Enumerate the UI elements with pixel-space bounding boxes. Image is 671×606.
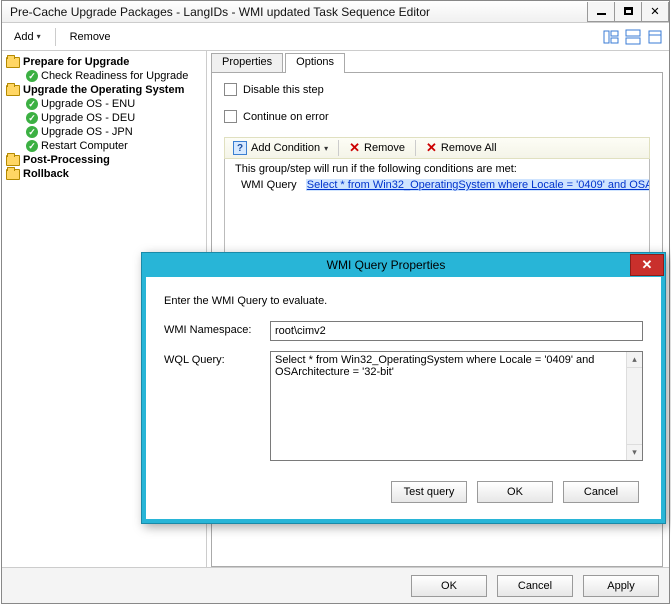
conditions-toolbar: ? Add Condition ▾ ✕ Remove ✕ Remove All <box>224 137 650 159</box>
footer-buttons: OK Cancel Apply <box>2 567 669 603</box>
tab-strip: Properties Options <box>211 53 663 73</box>
tree-item[interactable]: ✓Upgrade OS - DEU <box>2 111 206 125</box>
tab-options[interactable]: Options <box>285 53 345 73</box>
tree-item[interactable]: ✓Upgrade OS - ENU <box>2 97 206 111</box>
tree-item[interactable]: ✓Restart Computer <box>2 139 206 153</box>
layout-icon-2[interactable] <box>625 29 641 45</box>
apply-button[interactable]: Apply <box>583 575 659 597</box>
x-icon: ✕ <box>349 140 360 156</box>
tree-group[interactable]: Post-Processing <box>2 153 206 167</box>
wmi-query-dialog: WMI Query Properties ✕ Enter the WMI Que… <box>141 252 666 524</box>
x-icon: ✕ <box>426 140 437 156</box>
folder-icon <box>6 85 20 96</box>
layout-icon-3[interactable] <box>647 29 663 45</box>
condition-entry[interactable]: WMI Query Select * from Win32_OperatingS… <box>229 177 645 193</box>
minimize-button[interactable] <box>587 2 615 22</box>
chevron-down-icon: ▾ <box>37 32 41 41</box>
tree-item[interactable]: ✓Upgrade OS - JPN <box>2 125 206 139</box>
wql-textarea-wrap: ▴ ▾ <box>270 351 643 461</box>
separator <box>55 28 56 46</box>
add-condition-button[interactable]: ? Add Condition ▾ <box>229 140 332 156</box>
remove-condition-button[interactable]: ✕ Remove <box>345 139 409 157</box>
disable-step-label: Disable this step <box>243 84 324 96</box>
conditions-header-text: This group/step will run if the followin… <box>229 161 645 177</box>
separator <box>338 140 339 156</box>
tree-item[interactable]: ✓Check Readiness for Upgrade <box>2 69 206 83</box>
continue-error-row: Continue on error <box>224 110 650 123</box>
tree-group[interactable]: Rollback <box>2 167 206 181</box>
folder-icon <box>6 169 20 180</box>
chevron-down-icon: ▾ <box>324 144 328 153</box>
window-close-button[interactable]: ✕ <box>641 2 669 22</box>
add-button[interactable]: Add▾ <box>8 29 47 45</box>
textarea-scrollbar[interactable]: ▴ ▾ <box>626 352 642 460</box>
titlebar: Pre-Cache Upgrade Packages - LangIDs - W… <box>2 1 669 23</box>
tree-group[interactable]: Upgrade the Operating System <box>2 83 206 97</box>
ok-button[interactable]: OK <box>411 575 487 597</box>
namespace-label: WMI Namespace: <box>164 321 262 336</box>
window-title: Pre-Cache Upgrade Packages - LangIDs - W… <box>10 5 588 19</box>
question-icon: ? <box>233 141 247 155</box>
tab-properties[interactable]: Properties <box>211 53 283 73</box>
dialog-prompt: Enter the WMI Query to evaluate. <box>164 295 643 307</box>
check-icon: ✓ <box>26 70 38 82</box>
test-query-button[interactable]: Test query <box>391 481 467 503</box>
remove-button[interactable]: Remove <box>64 29 117 45</box>
layout-icon-1[interactable] <box>603 29 619 45</box>
tree-group[interactable]: Prepare for Upgrade <box>2 55 206 69</box>
maximize-button[interactable] <box>614 2 642 22</box>
toolbar: Add▾ Remove <box>2 23 669 51</box>
folder-icon <box>6 155 20 166</box>
dialog-close-button[interactable]: ✕ <box>630 254 664 276</box>
continue-error-checkbox[interactable] <box>224 110 237 123</box>
folder-icon <box>6 57 20 68</box>
disable-step-checkbox[interactable] <box>224 83 237 96</box>
check-icon: ✓ <box>26 98 38 110</box>
disable-step-row: Disable this step <box>224 83 650 96</box>
continue-error-label: Continue on error <box>243 111 329 123</box>
condition-type-label: WMI Query <box>241 179 297 191</box>
check-icon: ✓ <box>26 140 38 152</box>
dialog-cancel-button[interactable]: Cancel <box>563 481 639 503</box>
scroll-down-arrow[interactable]: ▾ <box>627 444 642 460</box>
separator <box>415 140 416 156</box>
wql-textarea[interactable] <box>271 352 626 460</box>
check-icon: ✓ <box>26 126 38 138</box>
check-icon: ✓ <box>26 112 38 124</box>
namespace-input[interactable] <box>270 321 643 341</box>
dialog-titlebar: WMI Query Properties ✕ <box>142 253 665 277</box>
dialog-ok-button[interactable]: OK <box>477 481 553 503</box>
remove-all-conditions-button[interactable]: ✕ Remove All <box>422 139 501 157</box>
dialog-title: WMI Query Properties <box>142 258 630 272</box>
wql-label: WQL Query: <box>164 351 262 366</box>
condition-value: Select * from Win32_OperatingSystem wher… <box>306 179 650 191</box>
scroll-up-arrow[interactable]: ▴ <box>627 352 642 368</box>
dialog-buttons: Test query OK Cancel <box>164 471 643 511</box>
cancel-button[interactable]: Cancel <box>497 575 573 597</box>
